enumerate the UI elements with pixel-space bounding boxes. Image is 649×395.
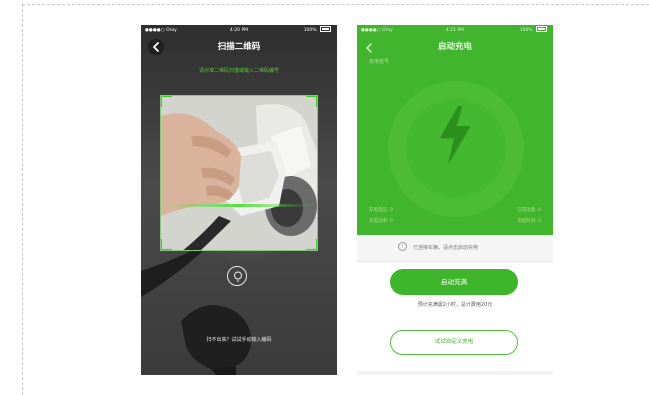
flashlight-button[interactable] — [227, 266, 247, 286]
page-title: 启动充电 — [437, 42, 472, 52]
scan-qr-screen: ●●●●○ Oroy 4:20 PM 100% 扫描二维码 请对准二维码扫描或输… — [141, 25, 337, 375]
lightning-bolt-icon — [440, 106, 471, 165]
charger-id-label: 充电桩号 — [369, 59, 390, 65]
viewfinder-corner — [306, 239, 317, 250]
viewfinder-corner — [161, 239, 172, 250]
flashlight-icon — [234, 271, 242, 282]
battery-icon — [536, 25, 547, 32]
stat-energy: 已充电量: 0 — [517, 208, 541, 213]
battery-label: 100% — [303, 28, 317, 33]
stat-voltage: 充电电压: 0 — [369, 208, 393, 213]
scan-hint: 请对准二维码扫描或输入二维码编号 — [198, 68, 279, 74]
manual-entry-link[interactable]: 扫不出来？试试手动输入编码 — [141, 336, 337, 343]
viewfinder-corner — [306, 96, 317, 107]
info-icon: ! — [398, 242, 407, 251]
scan-line — [165, 204, 313, 207]
scan-viewfinder — [160, 95, 318, 251]
bottom-bar — [357, 371, 553, 375]
battery-status: 100% — [304, 25, 331, 37]
viewfinder-corner — [161, 96, 172, 107]
camera-preview-image — [161, 96, 317, 250]
connection-tip: ! 已连接车辆，请点击启动充电 — [357, 235, 553, 262]
dashed-frame-left — [22, 4, 23, 395]
page-title: 扫描二维码 — [217, 42, 261, 52]
dashed-frame-top — [22, 4, 649, 5]
estimate-text: 预计充满需2小时，总计费用20元 — [417, 302, 493, 308]
status-bar: ●●●●○ Oroy 4:20 PM 100% — [141, 25, 337, 37]
status-bar: ●●●●○ Oroy 4:21 PM 100% — [357, 25, 553, 37]
stat-duration: 充电时间: 0 — [517, 219, 541, 224]
stat-power: 充电功率: 0 — [369, 219, 393, 224]
battery-label: 100% — [519, 28, 533, 33]
battery-icon — [320, 25, 331, 32]
tip-text: 已连接车辆，请点击启动充电 — [413, 245, 479, 251]
start-charging-screen: ●●●●○ Oroy 4:21 PM 100% 启动充电 充电桩号 充电电压: … — [357, 25, 553, 375]
custom-charging-button[interactable]: 试试自定义充电 — [390, 330, 518, 355]
battery-status: 100% — [520, 25, 547, 37]
start-charging-button[interactable]: 启动充满 — [390, 269, 518, 295]
